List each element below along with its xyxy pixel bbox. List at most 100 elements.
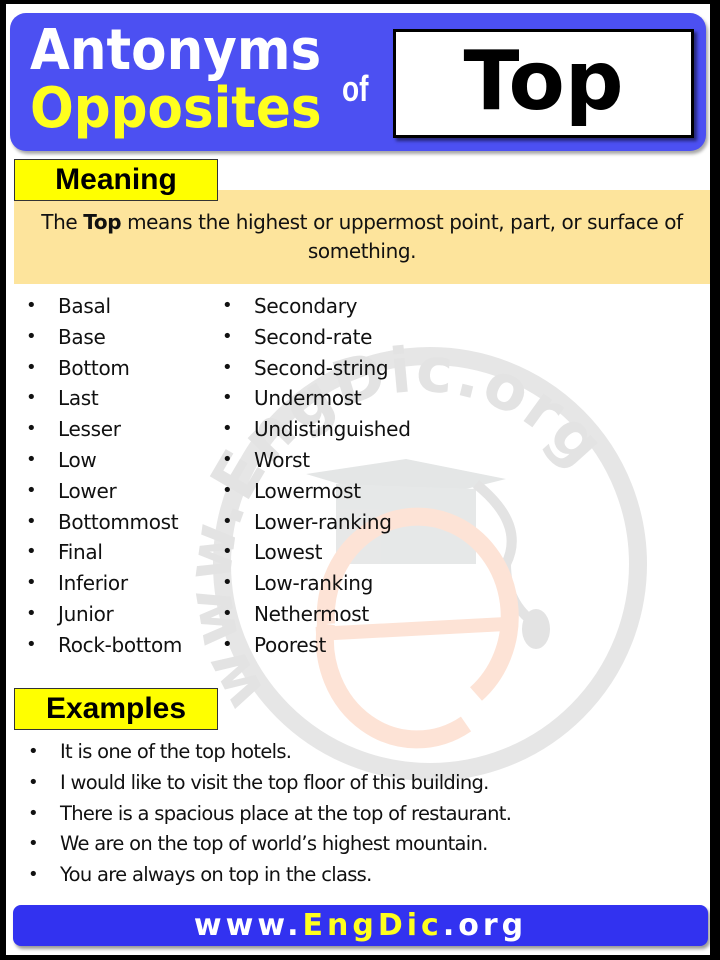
antonym-text: Basal (58, 294, 111, 318)
antonym-item: • Rock-bottom (22, 630, 182, 661)
antonym-text: Base (58, 324, 106, 349)
bullet-icon: • (222, 295, 233, 316)
examples-label: Examples (14, 688, 218, 730)
title-connector: of (342, 68, 369, 109)
antonym-item: • Final (22, 537, 182, 568)
antonym-text: Second-rate (254, 324, 373, 349)
meaning-definition: The Top means the highest or uppermost p… (14, 190, 710, 284)
bullet-icon: • (26, 418, 37, 440)
antonym-text: Bottom (58, 355, 130, 380)
example-text: It is one of the top hotels. (60, 740, 292, 763)
antonym-item: • Bottom (22, 353, 182, 384)
bullet-icon: • (222, 479, 233, 501)
antonym-text: Rock-bottom (58, 632, 183, 657)
antonym-item: • Lowermost (218, 476, 411, 507)
antonyms-column-1: • Basal • Base • Bottom • Last • Lesser • Low … (22, 291, 182, 661)
antonym-text: Undistinguished (254, 417, 411, 442)
headword-box: Top (393, 29, 694, 138)
antonym-item: • Lowest (218, 537, 411, 568)
antonym-item: • Inferior (22, 568, 182, 599)
bullet-icon: • (26, 295, 37, 316)
bullet-icon: • (222, 602, 233, 624)
title-banner: Antonyms Opposites of Top (10, 13, 706, 151)
antonym-item: • Low-ranking (218, 568, 411, 599)
bullet-icon: • (222, 418, 233, 440)
bullet-icon: • (222, 448, 233, 470)
antonym-item: • Junior (22, 599, 182, 630)
antonym-text: Junior (58, 601, 114, 626)
meaning-label: Meaning (14, 159, 218, 201)
footer-www: www. (193, 908, 303, 943)
antonym-item: • Lesser (22, 414, 182, 445)
antonym-text: Lesser (58, 417, 121, 442)
antonym-item: • Basal (22, 291, 182, 322)
antonym-text: Lowest (254, 540, 323, 565)
bullet-icon: • (28, 833, 39, 855)
antonym-item: • Undermost (218, 383, 411, 414)
antonym-text: Undermost (254, 386, 362, 411)
title-opposites: Opposites (30, 76, 322, 141)
example-item: • There is a spacious place at the top of… (24, 799, 512, 830)
examples-list: • It is one of the top hotels. • I would l… (24, 737, 512, 891)
bullet-icon: • (222, 387, 233, 409)
antonym-text: Lower-ranking (254, 509, 392, 534)
bullet-icon: • (28, 771, 39, 793)
example-item: • We are on the top of world’s highest mo… (24, 829, 511, 860)
bullet-icon: • (222, 541, 233, 563)
antonym-text: Secondary (254, 294, 358, 318)
antonym-item: • Poorest (218, 630, 411, 661)
antonym-text: Low (58, 447, 97, 472)
antonym-item: • Base (22, 322, 182, 353)
meaning-text: means the highest or uppermost point, pa… (121, 210, 683, 263)
antonym-item: • Bottommost (22, 507, 182, 538)
bullet-icon: • (26, 448, 37, 470)
example-text: You are always on top in the class. (60, 863, 372, 887)
antonym-text: Inferior (58, 571, 128, 596)
antonym-text: Bottommost (58, 509, 179, 534)
antonym-text: Lower (58, 478, 117, 503)
bullet-icon: • (222, 572, 233, 594)
antonyms-column-2: • Secondary • Second-rate • Second-string •… (218, 291, 411, 661)
website-footer[interactable]: www. EngDic .org (13, 905, 708, 946)
example-text: There is a spacious place at the top of … (60, 801, 512, 825)
example-item: • It is one of the top hotels. (24, 737, 511, 768)
footer-brand: EngDic (302, 908, 443, 943)
antonym-item: • Undistinguished (218, 414, 411, 445)
bullet-icon: • (26, 541, 37, 563)
meaning-term: Top (83, 210, 122, 234)
antonym-text: Low-ranking (254, 571, 373, 596)
antonym-item: • Worst (218, 445, 411, 476)
antonym-text: Second-string (254, 355, 389, 380)
example-text: We are on the top of world’s highest mou… (60, 832, 488, 856)
headword: Top (463, 33, 624, 129)
bullet-icon: • (28, 741, 39, 762)
meaning-prefix: The (41, 210, 84, 234)
example-text: I would like to visit the top floor of t… (60, 770, 489, 794)
bullet-icon: • (26, 510, 37, 532)
antonym-item: • Secondary (218, 291, 411, 322)
antonym-item: • Low (22, 445, 182, 476)
bullet-icon: • (26, 387, 37, 409)
antonym-item: • Lower (22, 476, 182, 507)
antonym-text: Poorest (254, 632, 327, 657)
example-item: • I would like to visit the top floor of … (24, 768, 511, 799)
bullet-icon: • (222, 325, 233, 347)
antonym-item: • Second-string (218, 353, 411, 384)
bullet-icon: • (26, 633, 37, 655)
bullet-icon: • (222, 633, 233, 655)
example-item: • You are always on top in the class. (24, 860, 511, 891)
bullet-icon: • (26, 325, 37, 347)
bullet-icon: • (222, 510, 233, 532)
footer-tld: .org (442, 908, 528, 943)
antonym-text: Nethermost (254, 601, 369, 626)
antonym-item: • Last (22, 383, 182, 414)
bullet-icon: • (26, 572, 37, 594)
antonym-item: • Second-rate (218, 322, 411, 353)
antonym-text: Worst (254, 447, 310, 472)
bullet-icon: • (222, 356, 233, 378)
antonyms-card: www.EngDic.org Antonyms Opposites of Top… (6, 4, 710, 955)
bullet-icon: • (26, 356, 37, 378)
bullet-icon: • (26, 602, 37, 624)
antonym-item: • Nethermost (218, 599, 411, 630)
antonym-text: Final (58, 540, 103, 565)
